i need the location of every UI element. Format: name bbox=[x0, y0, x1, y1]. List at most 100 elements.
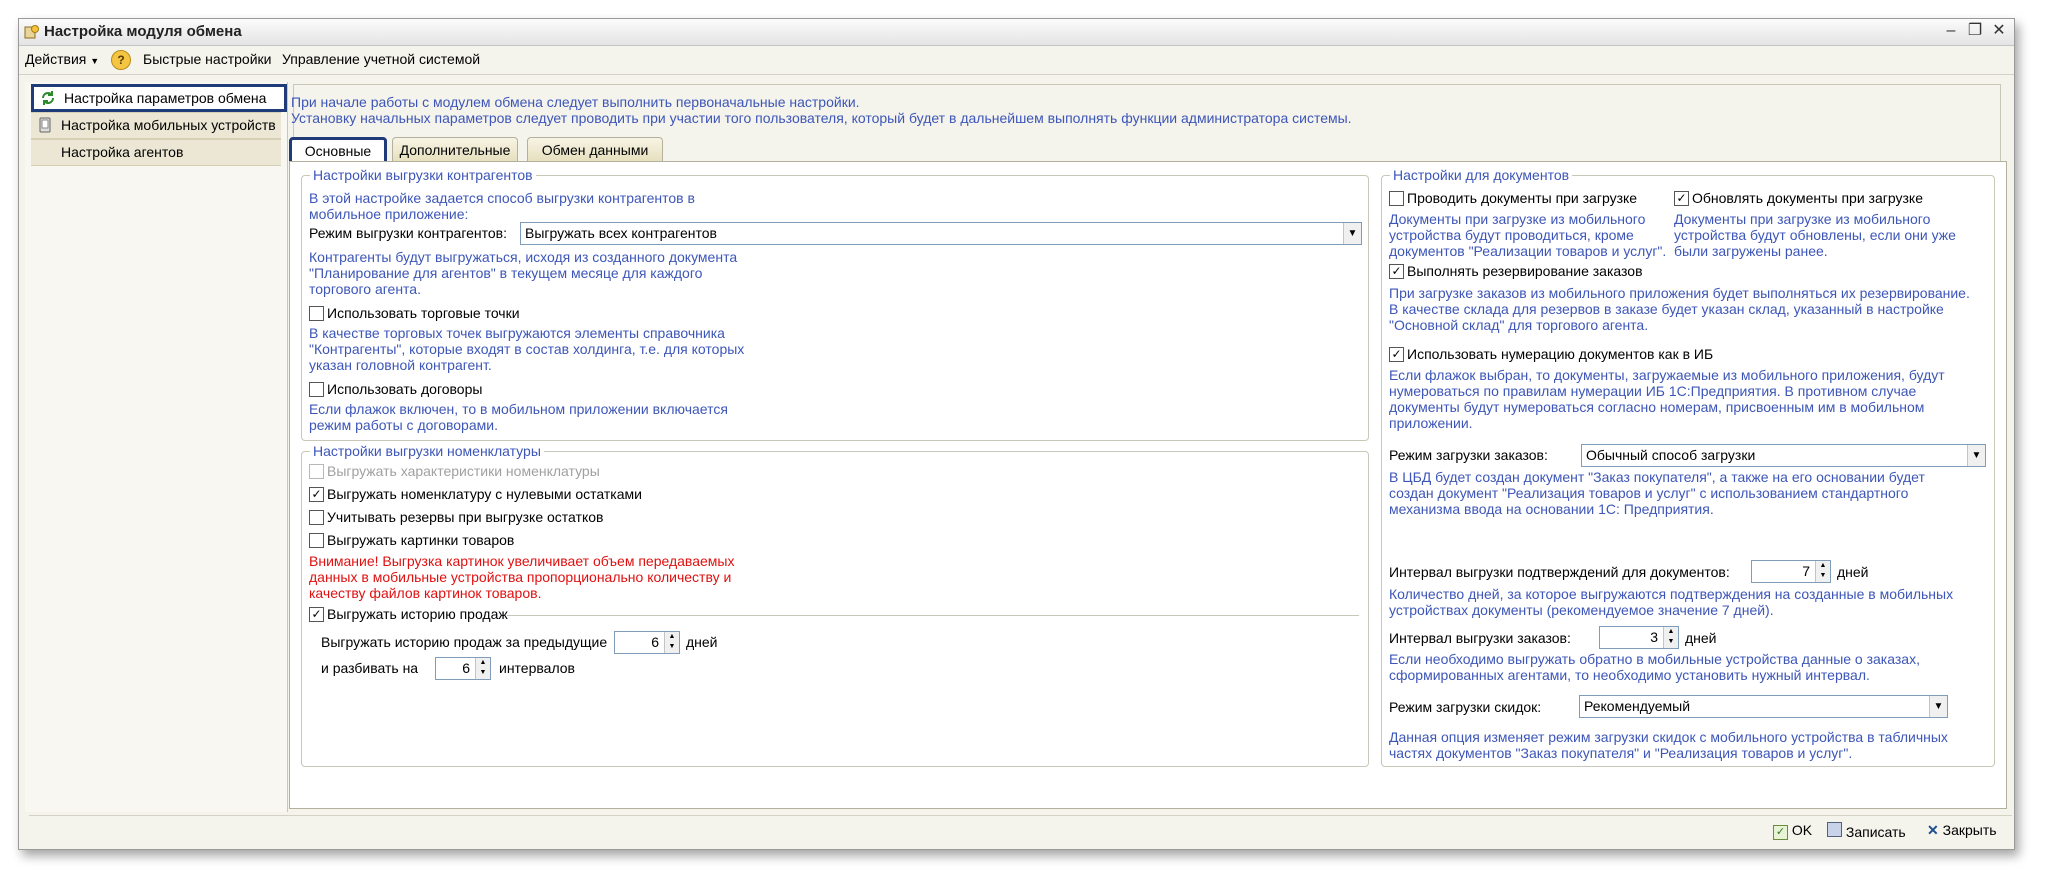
pictures-checkbox[interactable] bbox=[309, 533, 324, 548]
reserves-checkbox[interactable] bbox=[309, 510, 324, 525]
app-icon bbox=[24, 25, 39, 39]
orders-interval-spinner[interactable]: 3 ▲ ▼ bbox=[1599, 626, 1679, 649]
history-period-unit: дней bbox=[686, 634, 718, 650]
desc-line: При загрузке заказов из мобильного прило… bbox=[1389, 285, 1970, 301]
restore-icon[interactable]: ❐ bbox=[1964, 21, 1986, 41]
sidebar-item-label: Настройка мобильных устройств bbox=[61, 117, 276, 133]
desc-line: нумероваться по правилам нумерации ИБ 1С… bbox=[1389, 383, 1917, 399]
desc-line: торгового агента. bbox=[309, 281, 421, 297]
history-period-label: Выгружать историю продаж за предыдущие bbox=[321, 634, 608, 650]
refresh-icon bbox=[42, 91, 54, 105]
desc-line: "Планирование для агентов" в текущем мес… bbox=[309, 265, 703, 281]
actions-menu[interactable]: Действия ▼ bbox=[25, 51, 99, 67]
sidebar: Настройка параметров обмена Настройка мо… bbox=[25, 82, 288, 812]
save-label: Записать bbox=[1845, 824, 1906, 840]
warning-line: данных в мобильные устройства пропорцион… bbox=[309, 569, 732, 585]
intro-line-1: При начале работы с модулем обмена следу… bbox=[291, 94, 860, 110]
desc-line: приложении. bbox=[1389, 415, 1473, 431]
dropdown-arrow-icon[interactable]: ▼ bbox=[1929, 696, 1947, 717]
contractor-mode-select[interactable]: Выгружать всех контрагентов ▼ bbox=[520, 222, 1362, 245]
sales-history-label: Выгружать историю продаж bbox=[327, 606, 508, 622]
desc-line: Если флажок выбран, то документы, загруж… bbox=[1389, 367, 1945, 383]
desc-line: "Основной склад" для торгового агента. bbox=[1389, 317, 1649, 333]
tab-additional[interactable]: Дополнительные bbox=[392, 137, 518, 162]
reserve-orders-desc: При загрузке заказов из мобильного прило… bbox=[1389, 285, 1970, 333]
post-docs-desc: Документы при загрузке из мобильного уст… bbox=[1389, 211, 1666, 259]
desc-line: Документы при загрузке из мобильного bbox=[1674, 211, 1931, 227]
confirm-interval-unit: дней bbox=[1837, 564, 1869, 580]
sidebar-item-agents[interactable]: Настройка агентов bbox=[31, 139, 281, 166]
quick-settings-button[interactable]: Быстрые настройки bbox=[143, 51, 271, 67]
warning-line: качеству файлов картинок товаров. bbox=[309, 585, 542, 601]
reserves-label: Учитывать резервы при выгрузке остатков bbox=[327, 509, 604, 525]
update-docs-checkbox[interactable]: ✓ bbox=[1674, 191, 1689, 206]
desc-line: В качестве торговых точек выгружаются эл… bbox=[309, 325, 725, 341]
contracts-desc: Если флажок включен, то в мобильном прил… bbox=[309, 401, 728, 433]
intervals-spinner[interactable]: 6 ▲ ▼ bbox=[435, 657, 491, 680]
window-title: Настройка модуля обмена bbox=[44, 23, 242, 40]
desc-line: Если необходимо выгружать обратно в моби… bbox=[1389, 651, 1920, 667]
tab-label: Дополнительные bbox=[399, 142, 511, 158]
discount-mode-select[interactable]: Рекомендуемый ▼ bbox=[1579, 695, 1948, 718]
status-bar: ✓ OK Записать ✕ Закрыть bbox=[29, 815, 2012, 846]
numbering-desc: Если флажок выбран, то документы, загруж… bbox=[1389, 367, 1945, 431]
zero-stock-label: Выгружать номенклатуру с нулевыми остатк… bbox=[327, 486, 642, 502]
ok-button[interactable]: ✓ OK bbox=[1773, 822, 1812, 840]
desc-line: частях документов "Заказ покупателя" и "… bbox=[1389, 745, 1853, 761]
confirm-interval-desc: Количество дней, за которое выгружаются … bbox=[1389, 586, 1953, 618]
reserve-orders-checkbox[interactable]: ✓ bbox=[1389, 264, 1404, 279]
documents-group-title: Настройки для документов bbox=[1390, 167, 1573, 183]
save-button[interactable]: Записать bbox=[1827, 822, 1906, 840]
dropdown-arrow-icon[interactable]: ▼ bbox=[1343, 223, 1361, 244]
characteristics-label: Выгружать характеристики номенклатуры bbox=[327, 463, 600, 479]
sidebar-item-mobile-devices[interactable]: Настройка мобильных устройств bbox=[31, 112, 281, 139]
update-docs-desc: Документы при загрузке из мобильного уст… bbox=[1674, 211, 1956, 259]
zero-stock-checkbox[interactable]: ✓ bbox=[309, 487, 324, 502]
discount-mode-label: Режим загрузки скидок: bbox=[1389, 699, 1542, 715]
spinner-arrows-icon[interactable]: ▲ ▼ bbox=[475, 658, 490, 679]
confirm-interval-spinner[interactable]: 7 ▲ ▼ bbox=[1751, 560, 1831, 583]
update-docs-label: Обновлять документы при загрузке bbox=[1692, 190, 1923, 206]
pictures-label: Выгружать картинки товаров bbox=[327, 532, 515, 548]
select-value: Выгружать всех контрагентов bbox=[525, 225, 717, 241]
spinner-arrows-icon[interactable]: ▲ ▼ bbox=[1663, 627, 1678, 648]
minimize-icon[interactable]: – bbox=[1940, 21, 1962, 41]
numbering-checkbox[interactable]: ✓ bbox=[1389, 347, 1404, 362]
tab-data-exchange[interactable]: Обмен данными bbox=[527, 137, 663, 162]
chevron-down-icon: ▼ bbox=[90, 56, 100, 66]
post-docs-checkbox[interactable] bbox=[1389, 191, 1404, 206]
spinner-arrows-icon[interactable]: ▲ ▼ bbox=[664, 632, 679, 653]
contractors-desc: В этой настройке задается способ выгрузк… bbox=[309, 190, 695, 222]
sidebar-item-exchange-params[interactable]: Настройка параметров обмена bbox=[31, 84, 287, 112]
trade-points-desc: В качестве торговых точек выгружаются эл… bbox=[309, 325, 744, 373]
sales-history-checkbox[interactable]: ✓ bbox=[309, 607, 324, 622]
account-management-button[interactable]: Управление учетной системой bbox=[282, 51, 480, 67]
order-mode-desc: В ЦБД будет создан документ "Заказ покуп… bbox=[1389, 469, 1925, 517]
close-button[interactable]: ✕ Закрыть bbox=[1927, 822, 1997, 839]
desc-line: "Контрагенты", которые входят в состав х… bbox=[309, 341, 745, 357]
title-bar: Настройка модуля обмена – ❐ ✕ bbox=[19, 19, 2014, 46]
desc-line: устройства будут проводиться, кроме bbox=[1389, 227, 1634, 243]
orders-interval-unit: дней bbox=[1685, 630, 1717, 646]
help-icon[interactable]: ? bbox=[111, 50, 131, 70]
history-period-spinner[interactable]: 6 ▲ ▼ bbox=[614, 631, 680, 654]
contracts-checkbox[interactable] bbox=[309, 382, 324, 397]
desc-line: создан документ "Реализация товаров и ус… bbox=[1389, 485, 1909, 501]
pictures-warning: Внимание! Выгрузка картинок увеличивает … bbox=[309, 553, 734, 601]
close-label: Закрыть bbox=[1942, 822, 1997, 838]
dropdown-arrow-icon[interactable]: ▼ bbox=[1967, 445, 1985, 466]
desc-line: Количество дней, за которое выгружаются … bbox=[1389, 586, 1954, 602]
spinner-arrows-icon[interactable]: ▲ ▼ bbox=[1815, 561, 1830, 582]
contractors-group-title: Настройки выгрузки контрагентов bbox=[310, 167, 536, 183]
sidebar-item-label: Настройка агентов bbox=[61, 144, 184, 160]
reserve-orders-label: Выполнять резервирование заказов bbox=[1407, 263, 1643, 279]
close-window-icon[interactable]: ✕ bbox=[1988, 21, 2010, 41]
trade-points-checkbox[interactable] bbox=[309, 306, 324, 321]
tab-label: Основные bbox=[304, 143, 372, 159]
mobile-device-icon bbox=[39, 117, 51, 133]
warning-line: Внимание! Выгрузка картинок увеличивает … bbox=[309, 553, 735, 569]
intro-line-2: Установку начальных параметров следует п… bbox=[291, 110, 1352, 126]
order-mode-select[interactable]: Обычный способ загрузки ▼ bbox=[1581, 444, 1986, 467]
desc-line: Если флажок включен, то в мобильном прил… bbox=[309, 401, 728, 417]
characteristics-checkbox bbox=[309, 464, 324, 479]
